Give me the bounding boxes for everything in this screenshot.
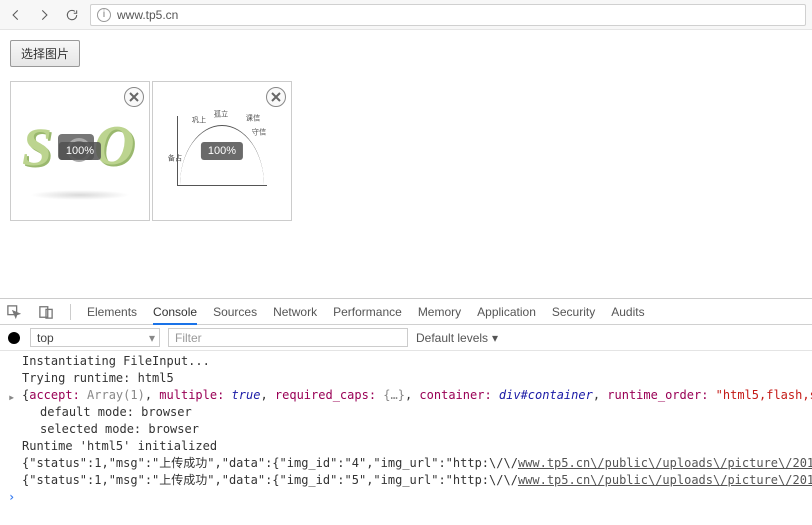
tab-audits[interactable]: Audits <box>611 300 644 324</box>
console-line: default mode: browser <box>0 404 812 421</box>
thumbnail: SO 100% <box>10 81 150 221</box>
console-line[interactable]: ▸{accept: Array(1), multiple: true, requ… <box>0 387 812 404</box>
remove-thumbnail-button[interactable] <box>124 87 144 107</box>
address-bar[interactable]: i www.tp5.cn <box>90 4 806 26</box>
tab-security[interactable]: Security <box>552 300 595 324</box>
reload-button[interactable] <box>62 5 82 25</box>
console-line: Runtime 'html5' initialized <box>0 438 812 455</box>
browser-toolbar: i www.tp5.cn <box>0 0 812 30</box>
back-button[interactable] <box>6 5 26 25</box>
devtools-tabs: Elements Console Sources Network Perform… <box>0 299 812 325</box>
separator <box>70 304 71 320</box>
context-selector[interactable]: top <box>30 328 160 347</box>
console-prompt[interactable]: › <box>0 489 812 506</box>
devtools-panel: Elements Console Sources Network Perform… <box>0 298 812 525</box>
console-line: Trying runtime: html5 <box>0 370 812 387</box>
console-output: Instantiating FileInput... Trying runtim… <box>0 351 812 525</box>
console-line: selected mode: browser <box>0 421 812 438</box>
page-content: 选择图片 SO 100% 备占 巩上 孤立 课信 守信 100% <box>0 30 812 298</box>
tab-elements[interactable]: Elements <box>87 300 137 324</box>
url-text: www.tp5.cn <box>117 8 178 22</box>
tab-console[interactable]: Console <box>153 300 197 325</box>
filter-input[interactable]: Filter <box>168 328 408 347</box>
choose-image-button[interactable]: 选择图片 <box>10 40 80 67</box>
console-line: {"status":1,"msg":"上传成功","data":{"img_id… <box>0 472 812 489</box>
site-info-icon[interactable]: i <box>97 8 111 22</box>
tab-memory[interactable]: Memory <box>418 300 461 324</box>
inspect-icon[interactable] <box>6 304 22 320</box>
url-link[interactable]: www.tp5.cn\/public\/uploads\/picture\/20… <box>518 473 812 487</box>
device-toggle-icon[interactable] <box>38 304 54 320</box>
url-link[interactable]: www.tp5.cn\/public\/uploads\/picture\/20… <box>518 456 812 470</box>
thumbnail: 备占 巩上 孤立 课信 守信 100% <box>152 81 292 221</box>
log-levels-dropdown[interactable]: Default levels▾ <box>416 331 498 345</box>
tab-performance[interactable]: Performance <box>333 300 402 324</box>
console-line: Instantiating FileInput... <box>0 353 812 370</box>
progress-badge: 100% <box>59 142 101 160</box>
clear-console-icon[interactable] <box>6 330 22 346</box>
progress-badge: 100% <box>201 142 243 160</box>
tab-application[interactable]: Application <box>477 300 536 324</box>
forward-button[interactable] <box>34 5 54 25</box>
console-line: {"status":1,"msg":"上传成功","data":{"img_id… <box>0 455 812 472</box>
thumbnail-list: SO 100% 备占 巩上 孤立 课信 守信 100% <box>10 81 802 221</box>
tab-network[interactable]: Network <box>273 300 317 324</box>
tab-sources[interactable]: Sources <box>213 300 257 324</box>
console-toolbar: top Filter Default levels▾ <box>0 325 812 351</box>
